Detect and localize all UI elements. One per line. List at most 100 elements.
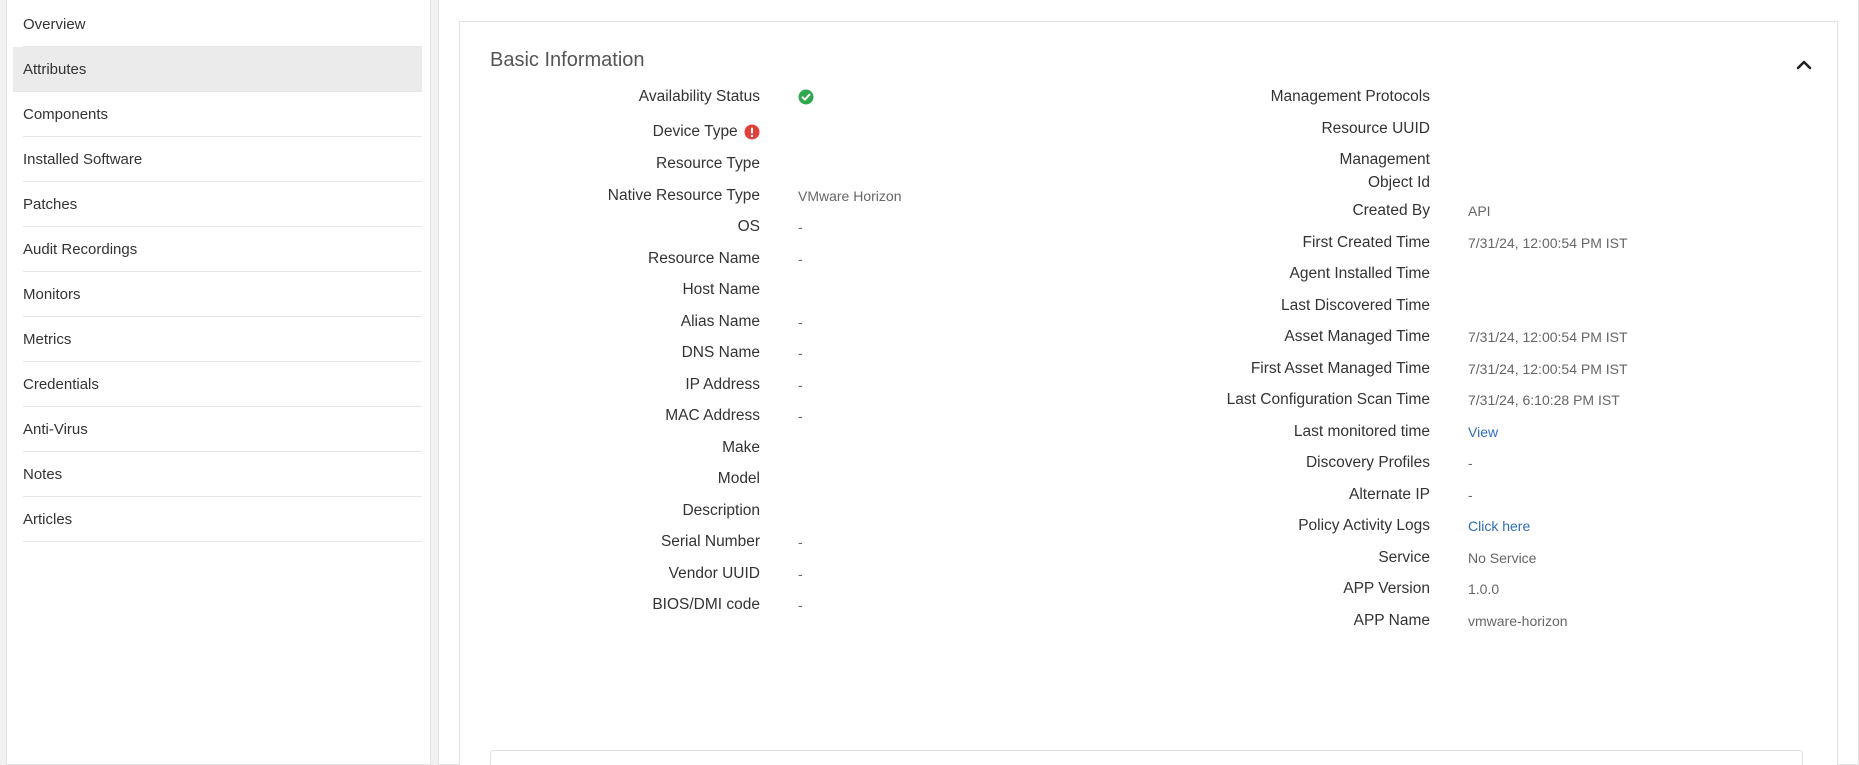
- field-value: 7/31/24, 6:10:28 PM IST: [1468, 391, 1620, 408]
- view-link[interactable]: View: [1468, 424, 1498, 440]
- field-label: Description: [682, 502, 760, 519]
- field-value: No Service: [1468, 549, 1537, 566]
- sidebar-item-monitors[interactable]: Monitors: [23, 272, 422, 317]
- field-label: Resource UUID: [1321, 120, 1430, 137]
- sidebar-item-label: Attributes: [23, 60, 87, 78]
- field-created-by: Created By API: [1080, 199, 1491, 222]
- sidebar-item-components[interactable]: Components: [23, 92, 422, 137]
- sidebar-item-label: Installed Software: [23, 150, 143, 168]
- field-value: -: [798, 376, 803, 393]
- field-label: Last monitored time: [1293, 423, 1430, 440]
- field-value: [798, 88, 814, 105]
- sidebar-item-label: Notes: [23, 465, 63, 483]
- field-label: Availability Status: [638, 88, 760, 105]
- field-value: 7/31/24, 12:00:54 PM IST: [1468, 360, 1628, 377]
- field-label: BIOS/DMI code: [652, 596, 760, 613]
- sidebar-item-label: Audit Recordings: [23, 240, 138, 258]
- field-os: OS -: [460, 215, 803, 238]
- field-label: APP Version: [1343, 580, 1430, 597]
- field-value: -: [798, 250, 803, 267]
- sidebar-item-label: Credentials: [23, 375, 99, 393]
- field-label: Asset Managed Time: [1284, 328, 1430, 345]
- field-label: Created By: [1352, 202, 1430, 219]
- field-value: VMware Horizon: [798, 187, 902, 204]
- next-section-edge: [490, 750, 1803, 765]
- field-last-discovered-time: Last Discovered Time: [1080, 294, 1468, 317]
- sidebar-item-label: Articles: [23, 510, 73, 528]
- field-make: Make: [460, 436, 798, 459]
- sidebar-nav: Overview Attributes Components Installed…: [6, 0, 431, 765]
- field-label: First Asset Managed Time: [1250, 360, 1430, 377]
- field-value: -: [798, 596, 803, 613]
- field-value: -: [1468, 454, 1473, 471]
- sidebar-item-attributes[interactable]: Attributes: [13, 47, 422, 92]
- field-value: -: [798, 313, 803, 330]
- sidebar-item-label: Overview: [23, 15, 86, 33]
- sidebar-item-anti-virus[interactable]: Anti-Virus: [23, 407, 422, 452]
- field-label: APP Name: [1353, 612, 1430, 629]
- field-management-protocols: Management Protocols: [1080, 85, 1468, 108]
- field-value: -: [798, 407, 803, 424]
- field-label: Resource Name: [648, 250, 760, 267]
- field-value: 7/31/24, 12:00:54 PM IST: [1468, 234, 1628, 251]
- field-mac-address: MAC Address -: [460, 404, 803, 427]
- field-label: Service: [1378, 549, 1430, 566]
- field-resource-type: Resource Type: [460, 152, 798, 175]
- field-service: Service No Service: [1080, 546, 1536, 569]
- field-value: 1.0.0: [1468, 580, 1500, 597]
- field-label: Agent Installed Time: [1289, 265, 1430, 282]
- sidebar-item-overview[interactable]: Overview: [23, 2, 422, 47]
- field-label: DNS Name: [681, 344, 760, 361]
- field-label: IP Address: [685, 376, 760, 393]
- sidebar-item-label: Monitors: [23, 285, 81, 303]
- field-alternate-ip: Alternate IP -: [1080, 483, 1473, 506]
- field-serial-number: Serial Number -: [460, 530, 803, 553]
- field-resource-uuid: Resource UUID: [1080, 117, 1468, 140]
- field-label: OS: [737, 218, 760, 235]
- field-first-asset-managed-time: First Asset Managed Time 7/31/24, 12:00:…: [1080, 357, 1628, 380]
- field-label: Alias Name: [680, 313, 760, 330]
- field-label: Policy Activity Logs: [1298, 517, 1430, 534]
- field-management-object-id: Management Object Id: [1080, 148, 1468, 194]
- field-value: -: [798, 565, 803, 582]
- basic-information-panel: Basic Information Availability Status De…: [459, 21, 1838, 765]
- field-label: Discovery Profiles: [1305, 454, 1430, 471]
- field-label: First Created Time: [1302, 234, 1430, 251]
- field-value: 7/31/24, 12:00:54 PM IST: [1468, 328, 1628, 345]
- field-discovery-profiles: Discovery Profiles -: [1080, 451, 1473, 474]
- field-label: Host Name: [682, 281, 760, 298]
- field-last-monitored-time: Last monitored time View: [1080, 420, 1498, 443]
- field-label: Device Type: [460, 120, 760, 143]
- field-device-type: Device Type: [460, 120, 798, 143]
- field-bios-dmi-code: BIOS/DMI code -: [460, 593, 803, 616]
- field-label: Management Object Id: [1339, 151, 1430, 191]
- field-value: -: [798, 533, 803, 550]
- sidebar-item-patches[interactable]: Patches: [23, 182, 422, 227]
- field-ip-address: IP Address -: [460, 373, 803, 396]
- field-label: Management Protocols: [1270, 88, 1430, 105]
- sidebar-item-credentials[interactable]: Credentials: [23, 362, 422, 407]
- field-value: API: [1468, 202, 1491, 219]
- sidebar-item-metrics[interactable]: Metrics: [23, 317, 422, 362]
- sidebar-item-notes[interactable]: Notes: [23, 452, 422, 497]
- field-value: -: [798, 218, 803, 235]
- field-label: Serial Number: [660, 533, 760, 550]
- field-first-created-time: First Created Time 7/31/24, 12:00:54 PM …: [1080, 231, 1628, 254]
- check-circle-icon: [798, 89, 814, 105]
- sidebar-item-articles[interactable]: Articles: [23, 497, 422, 542]
- field-label: MAC Address: [665, 407, 760, 424]
- field-asset-managed-time: Asset Managed Time 7/31/24, 12:00:54 PM …: [1080, 325, 1628, 348]
- sidebar-item-label: Patches: [23, 195, 78, 213]
- error-icon[interactable]: [744, 124, 760, 140]
- field-vendor-uuid: Vendor UUID -: [460, 562, 803, 585]
- field-alias-name: Alias Name -: [460, 310, 803, 333]
- collapse-chevron-up-icon[interactable]: [1795, 58, 1813, 72]
- field-value: -: [1468, 486, 1473, 503]
- field-label: Model: [717, 470, 760, 487]
- click-here-link[interactable]: Click here: [1468, 518, 1530, 534]
- field-label: Make: [722, 439, 760, 456]
- sidebar-item-installed-software[interactable]: Installed Software: [23, 137, 422, 182]
- sidebar-item-label: Components: [23, 105, 109, 123]
- field-value: -: [798, 344, 803, 361]
- sidebar-item-audit-recordings[interactable]: Audit Recordings: [23, 227, 422, 272]
